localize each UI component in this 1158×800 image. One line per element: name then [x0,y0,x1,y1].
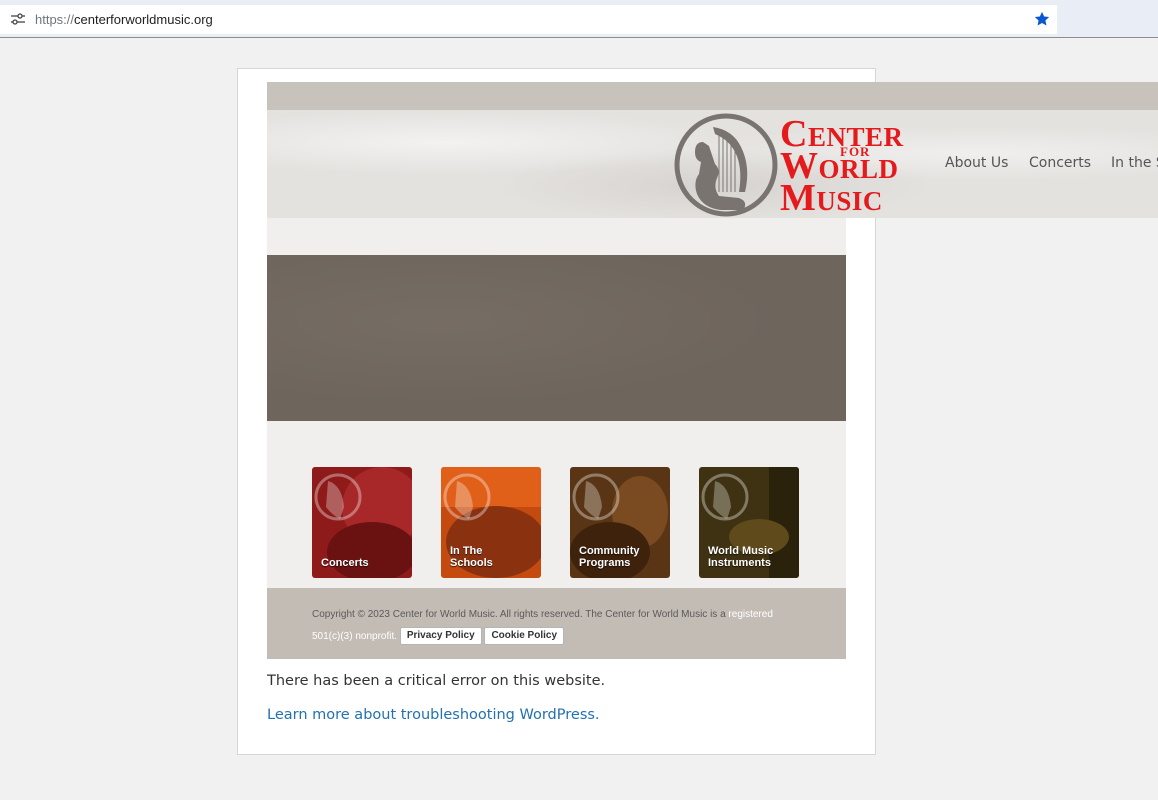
toolbar-divider [0,37,1158,38]
tune-icon[interactable] [11,13,25,25]
footer-text: Copyright © 2023 Center for World Music.… [312,604,812,648]
footer-registered-link[interactable]: registered [728,609,772,620]
nav-concerts[interactable]: Concerts [1029,155,1091,171]
logo-word-music: Music [780,177,883,219]
url-scheme: https:// [35,12,75,27]
nav-in-the-schools[interactable]: In the S [1111,155,1158,171]
tile-in-the-schools[interactable]: In The Schools [441,467,541,578]
tile-community-label: Community Programs [579,545,640,569]
footer-nonprofit-link[interactable]: 501(c)(3) nonprofit. [312,631,397,642]
url-host: centerforworldmusic.org [74,12,213,27]
url-text[interactable]: https://centerforworldmusic.org [35,12,213,27]
troubleshooting-link[interactable]: Learn more about troubleshooting WordPre… [267,707,600,723]
star-icon[interactable] [1033,10,1051,28]
tile-instruments-label: World Music Instruments [708,545,774,569]
tile-concerts[interactable]: Concerts [312,467,412,578]
harpist-logo-icon[interactable] [673,112,779,218]
tile-schools-label: In The Schools [450,545,493,569]
tile-concerts-label: Concerts [321,557,369,569]
nav-about-us[interactable]: About Us [945,155,1008,171]
tile-world-music-instruments[interactable]: World Music Instruments [699,467,799,578]
privacy-policy-button[interactable]: Privacy Policy [399,627,482,646]
site-top-band [267,82,1158,110]
tile-community-programs[interactable]: Community Programs [570,467,670,578]
hero-slider [267,255,846,421]
footer-copyright: Copyright © 2023 Center for World Music.… [312,609,726,620]
cookie-policy-button[interactable]: Cookie Policy [484,627,565,646]
critical-error-message: There has been a critical error on this … [267,673,606,689]
